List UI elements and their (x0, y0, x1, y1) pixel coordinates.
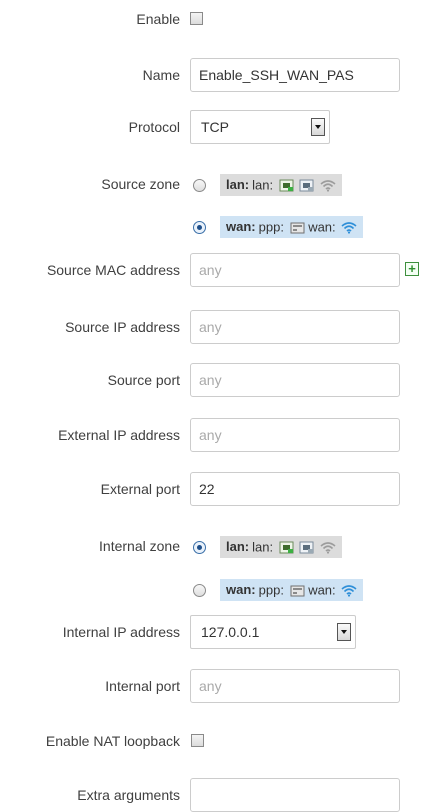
external-ip-input[interactable]: any (190, 418, 400, 452)
source-zone-wan-radio[interactable] (193, 221, 206, 234)
enable-label: Enable (136, 11, 180, 27)
wifi-icon (341, 585, 357, 597)
internal-ip-label: Internal IP address (62, 624, 180, 640)
source-ip-input[interactable]: any (190, 310, 400, 344)
name-row: Name Enable_SSH_WAN_PAS (0, 58, 430, 92)
nat-loopback-row: Enable NAT loopback (0, 724, 430, 758)
chevron-down-icon[interactable] (337, 623, 351, 641)
chevron-down-icon[interactable] (311, 118, 325, 136)
source-zone-lan-badge[interactable]: lan: lan: (220, 174, 342, 196)
source-zone-lan-radio[interactable] (193, 179, 206, 192)
ethernet-port-icon (279, 179, 294, 192)
source-ip-row: Source IP address any (0, 310, 430, 344)
source-port-input[interactable]: any (190, 363, 400, 397)
extra-args-label: Extra arguments (77, 787, 180, 803)
protocol-value: TCP (201, 119, 229, 135)
nat-loopback-checkbox[interactable] (191, 734, 204, 747)
protocol-select[interactable]: TCP (190, 110, 330, 144)
external-ip-label: External IP address (58, 427, 180, 443)
wifi-icon (320, 180, 336, 192)
ethernet-port-icon (299, 541, 314, 554)
extra-args-input[interactable] (190, 778, 400, 812)
source-zone-wan-row: wan: ppp: wan: (0, 212, 430, 246)
name-input[interactable]: Enable_SSH_WAN_PAS (190, 58, 400, 92)
source-port-row: Source port any (0, 363, 430, 397)
zone-iface-2: wan: (308, 582, 336, 598)
source-ip-label: Source IP address (65, 319, 180, 335)
source-zone-row: Source zone lan: lan: (0, 170, 430, 204)
source-port-label: Source port (107, 372, 180, 388)
internal-ip-select[interactable]: 127.0.0.1 (190, 615, 356, 649)
wifi-icon (341, 222, 357, 234)
extra-args-row: Extra arguments (0, 778, 430, 812)
internal-zone-wan-badge[interactable]: wan: ppp: wan: (220, 579, 364, 601)
modem-icon (290, 222, 305, 234)
external-port-input[interactable]: 22 (190, 472, 400, 506)
modem-icon (290, 585, 305, 597)
source-mac-input[interactable]: any (190, 253, 400, 287)
external-ip-row: External IP address any (0, 418, 430, 452)
internal-zone-lan-radio[interactable] (193, 541, 206, 554)
internal-port-input[interactable]: any (190, 669, 400, 703)
zone-name: lan: (226, 539, 250, 554)
zone-iface: ppp: (258, 219, 284, 235)
source-mac-label: Source MAC address (46, 262, 180, 278)
ethernet-port-icon (279, 541, 294, 554)
nat-loopback-label: Enable NAT loopback (45, 733, 180, 749)
internal-port-row: Internal port any (0, 669, 430, 703)
wifi-icon (320, 542, 336, 554)
zone-iface: lan: (252, 539, 274, 555)
zone-iface-2: wan: (308, 219, 336, 235)
internal-ip-row: Internal IP address 127.0.0.1 (0, 615, 430, 649)
name-label: Name (142, 67, 180, 83)
source-zone-label: Source zone (101, 176, 180, 192)
protocol-row: Protocol TCP (0, 110, 430, 144)
enable-checkbox[interactable] (190, 12, 203, 25)
internal-zone-label: Internal zone (99, 538, 180, 554)
add-icon[interactable]: + (405, 262, 419, 276)
zone-name: wan: (226, 582, 256, 597)
internal-port-label: Internal port (105, 678, 180, 694)
internal-zone-row: Internal zone lan: lan: (0, 532, 430, 566)
zone-name: wan: (226, 219, 256, 234)
zone-iface: ppp: (258, 582, 284, 598)
internal-ip-value: 127.0.0.1 (201, 624, 260, 640)
internal-zone-wan-row: wan: ppp: wan: (0, 575, 430, 609)
external-port-label: External port (100, 481, 180, 497)
zone-name: lan: (226, 177, 250, 192)
enable-row: Enable (0, 2, 430, 36)
source-mac-row: Source MAC address any + (0, 253, 430, 287)
internal-zone-lan-badge[interactable]: lan: lan: (220, 536, 342, 558)
source-zone-wan-badge[interactable]: wan: ppp: wan: (220, 216, 364, 238)
protocol-label: Protocol (128, 119, 180, 135)
external-port-row: External port 22 (0, 472, 430, 506)
ethernet-port-icon (299, 179, 314, 192)
zone-iface: lan: (252, 177, 274, 193)
internal-zone-wan-radio[interactable] (193, 584, 206, 597)
